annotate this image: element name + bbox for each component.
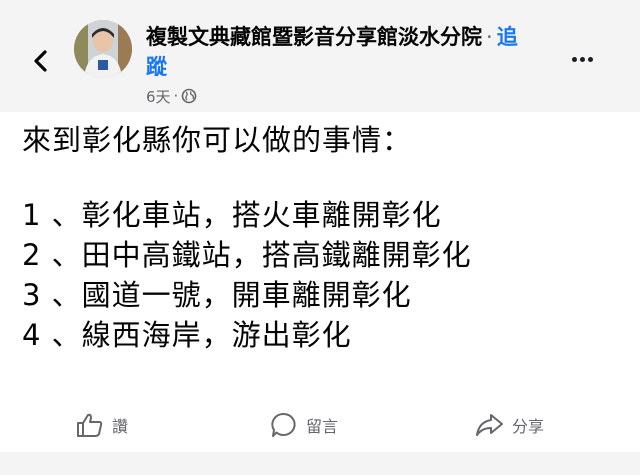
post-body-heading: 來到彰化縣你可以做的事情： <box>22 123 413 157</box>
post-timestamp[interactable]: 6天 <box>146 86 171 107</box>
back-button[interactable] <box>26 46 56 76</box>
post-action-bar: 讚 留言 分享 <box>0 402 640 446</box>
author-name[interactable]: 複製文典藏館暨影音分享館淡水分院 <box>146 25 482 49</box>
post-body-item: 4 、線西海岸，游出彰化 <box>22 318 352 352</box>
comment-button[interactable]: 留言 <box>270 408 338 442</box>
thumbs-up-icon <box>77 413 103 437</box>
more-options-button[interactable] <box>567 48 597 70</box>
comment-label: 留言 <box>306 417 339 436</box>
post-body-item: 3 、國道一號，開車離開彰化 <box>22 278 412 312</box>
share-button[interactable]: 分享 <box>474 408 544 442</box>
chevron-left-icon <box>34 50 47 72</box>
post-footer-divider <box>0 452 640 475</box>
avatar-image <box>74 20 132 78</box>
share-arrow-icon <box>476 414 503 436</box>
like-button[interactable]: 讚 <box>76 408 128 442</box>
meta-separator: · <box>173 87 179 105</box>
post-body-item: 2 、田中高鐵站，搭高鐵離開彰化 <box>22 238 472 272</box>
more-horizontal-icon <box>571 56 577 62</box>
avatar[interactable] <box>74 20 132 78</box>
globe-icon <box>182 88 197 104</box>
post-author-line: 複製文典藏館暨影音分享館淡水分院 · 追蹤 <box>146 22 526 82</box>
comment-bubble-icon <box>271 413 296 437</box>
author-separator: · <box>486 25 493 49</box>
facebook-post: 複製文典藏館暨影音分享館淡水分院 · 追蹤 6天 · 來到彰化縣你可以做的事情： 1… <box>0 0 640 475</box>
post-meta: 6天 · <box>146 85 197 107</box>
post-body-item: 1 、彰化車站，搭火車離開彰化 <box>22 198 442 232</box>
post-body: 來到彰化縣你可以做的事情： 1 、彰化車站，搭火車離開彰化 2 、田中高鐵站，搭… <box>22 120 622 355</box>
share-label: 分享 <box>512 417 545 436</box>
like-label: 讚 <box>112 417 129 436</box>
